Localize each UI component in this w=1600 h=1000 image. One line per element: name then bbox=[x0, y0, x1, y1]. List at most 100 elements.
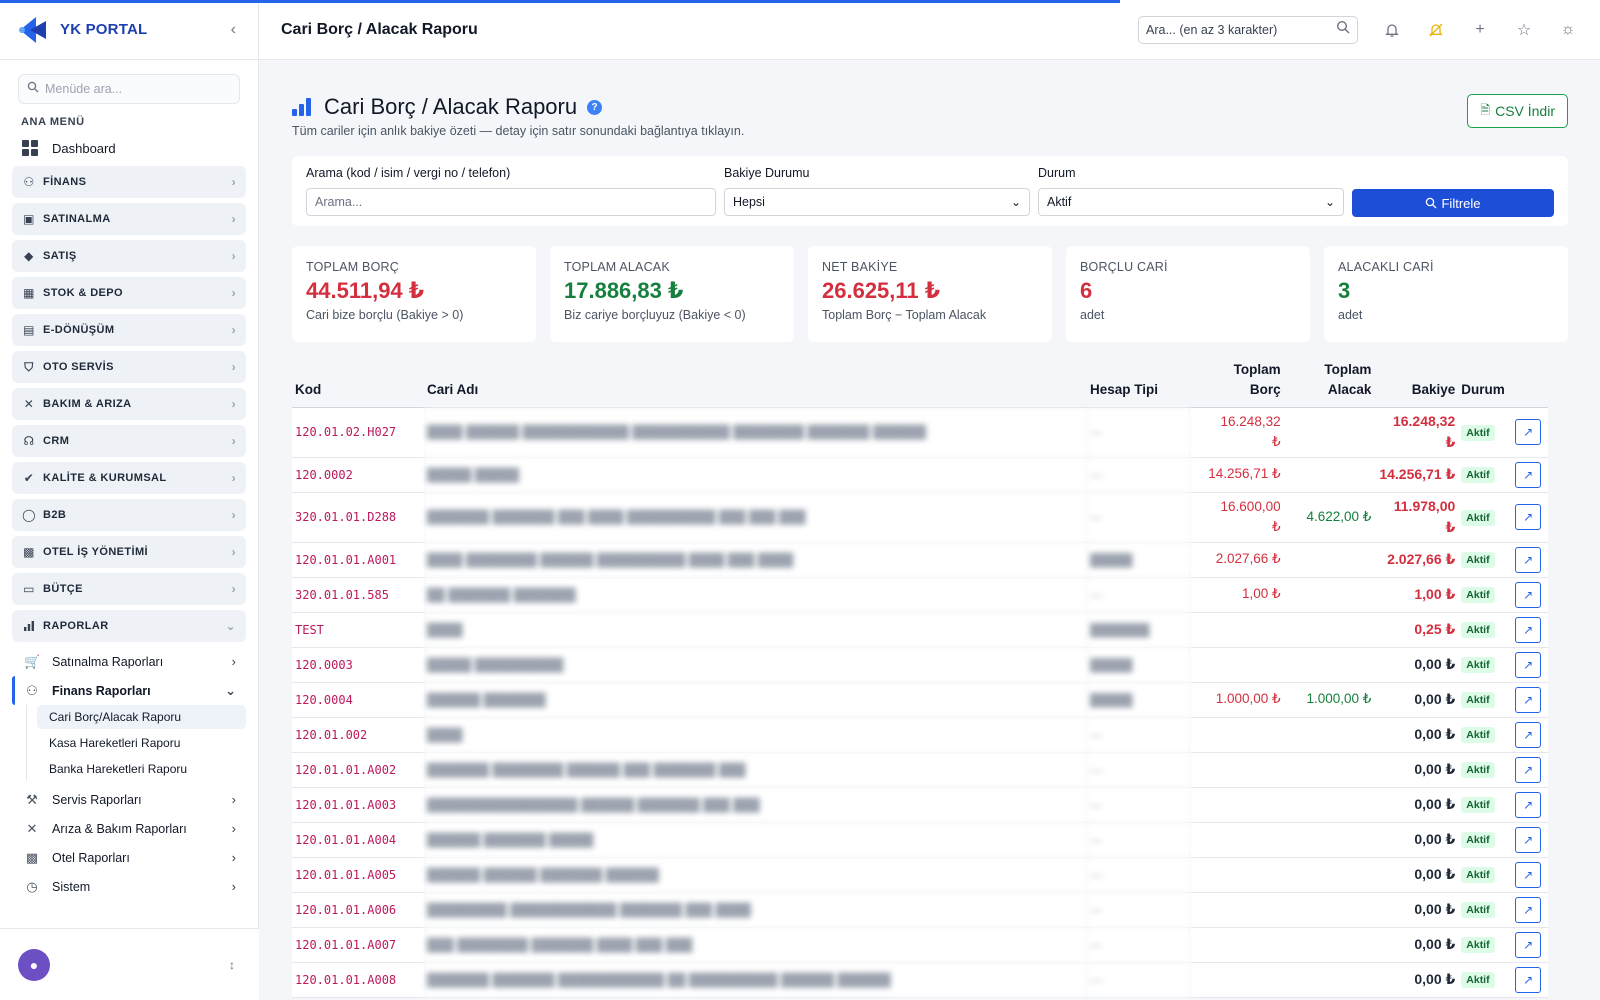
sidebar-item-ariza-bakim-raporlari[interactable]: ✕ Arıza & Bakım Raporları › bbox=[0, 814, 258, 843]
status-select[interactable]: Aktif ⌄ bbox=[1038, 188, 1344, 216]
cell-code[interactable]: 120.0002 bbox=[292, 457, 425, 493]
cell-code[interactable]: 120.01.01.A001 bbox=[292, 542, 425, 578]
col-balance[interactable]: Bakiye bbox=[1374, 356, 1459, 408]
table-row[interactable]: 120.0002 █████ █████ —14.256,71 ₺ 14.256,71… bbox=[292, 457, 1548, 493]
cell-code[interactable]: 120.0003 bbox=[292, 647, 425, 683]
open-detail-icon[interactable]: ↗ bbox=[1515, 504, 1542, 530]
col-debit[interactable]: Toplam Borç bbox=[1190, 356, 1284, 408]
cell-code[interactable]: 120.01.01.A006 bbox=[292, 892, 425, 928]
table-row[interactable]: 120.01.02.H027 ████ ██████ ████████████ █… bbox=[292, 407, 1548, 458]
help-icon[interactable]: ? bbox=[587, 99, 603, 115]
table-row[interactable]: 120.01.01.A004 ██████ ███████ █████ — 0,00 … bbox=[292, 822, 1548, 858]
sidebar-item-kasa-hareketleri[interactable]: Kasa Hareketleri Raporu bbox=[37, 731, 246, 755]
sidebar-item-finans-raporlari[interactable]: ⚇ Finans Raporları ⌄ bbox=[12, 676, 258, 705]
open-detail-icon[interactable]: ↗ bbox=[1515, 651, 1542, 678]
table-row[interactable]: 120.01.01.A001 ████ ████████ ██████ █████… bbox=[292, 542, 1548, 578]
sidebar-group-otel[interactable]: ▩ OTEL İŞ YÖNETİMİ › bbox=[12, 536, 246, 568]
search-icon[interactable] bbox=[1336, 20, 1350, 39]
cell-code[interactable]: 320.01.01.D288 bbox=[292, 492, 425, 543]
cell-code[interactable]: 120.01.01.A002 bbox=[292, 752, 425, 788]
bell-icon[interactable] bbox=[1382, 20, 1402, 40]
search-filter-input[interactable]: Arama... bbox=[306, 188, 716, 216]
csv-download-button[interactable]: 🗎 CSV İndir bbox=[1467, 94, 1568, 128]
sidebar-item-satinalma-raporlari[interactable]: 🛒 Satınalma Raporları › bbox=[0, 647, 258, 676]
sidebar-group-stok-depo[interactable]: ▦ STOK & DEPO › bbox=[12, 277, 246, 309]
sidebar-group-e-donusum[interactable]: ▤ E-DÖNÜŞÜM › bbox=[12, 314, 246, 346]
sidebar-group-raporlar[interactable]: RAPORLAR ⌄ bbox=[12, 610, 246, 642]
global-search-input[interactable] bbox=[1146, 22, 1326, 37]
plus-icon[interactable]: + bbox=[1470, 20, 1490, 40]
sidebar-group-b2b[interactable]: ◯ B2B › bbox=[12, 499, 246, 531]
cell-code[interactable]: 120.01.01.A008 bbox=[292, 962, 425, 998]
cell-code[interactable]: TEST bbox=[292, 612, 425, 648]
table-row[interactable]: 120.01.01.A003 █████████████████ ██████ █… bbox=[292, 787, 1548, 823]
balance-select-value: Hepsi bbox=[733, 195, 765, 209]
sidebar-group-oto-servis[interactable]: ⛉ OTO SERVİS › bbox=[12, 351, 246, 383]
cell-code[interactable]: 320.01.01.585 bbox=[292, 577, 425, 613]
cell-code[interactable]: 120.0004 bbox=[292, 682, 425, 718]
sidebar-group-satis[interactable]: ◆ SATIŞ › bbox=[12, 240, 246, 272]
cell-code[interactable]: 120.01.01.A004 bbox=[292, 822, 425, 858]
sidebar-item-otel-raporlari[interactable]: ▩ Otel Raporları › bbox=[0, 843, 258, 872]
open-detail-icon[interactable]: ↗ bbox=[1515, 461, 1542, 488]
sidebar-item-cari-borc-alacak[interactable]: Cari Borç/Alacak Raporu bbox=[37, 705, 246, 729]
open-detail-icon[interactable]: ↗ bbox=[1515, 826, 1542, 853]
cell-code[interactable]: 120.01.01.A005 bbox=[292, 857, 425, 893]
open-detail-icon[interactable]: ↗ bbox=[1515, 861, 1542, 888]
open-detail-icon[interactable]: ↗ bbox=[1515, 581, 1542, 608]
table-row[interactable]: 120.01.01.A006 █████████ ████████████ ███… bbox=[292, 892, 1548, 928]
building-icon: ▩ bbox=[25, 849, 39, 865]
cell-code[interactable]: 120.01.01.A007 bbox=[292, 927, 425, 963]
avatar[interactable]: ● bbox=[18, 948, 50, 981]
cell-code[interactable]: 120.01.02.H027 bbox=[292, 407, 425, 458]
open-detail-icon[interactable]: ↗ bbox=[1515, 931, 1542, 958]
table-row[interactable]: 320.01.01.D288 ███████ ███████ ███ ████ █… bbox=[292, 492, 1548, 543]
col-status[interactable]: Durum bbox=[1458, 356, 1513, 408]
table-row[interactable]: 120.01.002 ████ — 0,00 ₺ Aktif ↗ bbox=[292, 717, 1548, 753]
finance-icon: ⚇ bbox=[23, 175, 35, 189]
balance-select[interactable]: Hepsi ⌄ bbox=[724, 188, 1030, 216]
sidebar-group-satinalma[interactable]: ▣ SATINALMA › bbox=[12, 203, 246, 235]
col-name[interactable]: Cari Adı bbox=[424, 356, 1087, 408]
star-icon[interactable]: ☆ bbox=[1514, 20, 1534, 40]
open-detail-icon[interactable]: ↗ bbox=[1515, 756, 1542, 783]
open-detail-icon[interactable]: ↗ bbox=[1515, 616, 1542, 643]
table-row[interactable]: 120.01.01.A005 ██████ ██████ ███████ ████… bbox=[292, 857, 1548, 893]
open-detail-icon[interactable]: ↗ bbox=[1515, 686, 1542, 713]
open-detail-icon[interactable]: ↗ bbox=[1515, 546, 1542, 573]
bell-off-icon[interactable] bbox=[1426, 20, 1446, 40]
col-type[interactable]: Hesap Tipi bbox=[1086, 356, 1191, 408]
open-detail-icon[interactable]: ↗ bbox=[1515, 419, 1542, 445]
open-detail-icon[interactable]: ↗ bbox=[1515, 896, 1542, 923]
sidebar-item-servis-raporlari[interactable]: ⚒ Servis Raporları › bbox=[0, 785, 258, 814]
table-row[interactable]: 120.0003 █████ ██████████ █████ 0,00 ₺ Aktif… bbox=[292, 647, 1548, 683]
user-panel[interactable]: ● ↕ bbox=[0, 928, 259, 1000]
table-row[interactable]: TEST ████ ███████ 0,25 ₺ Aktif ↗ bbox=[292, 612, 1548, 648]
col-credit[interactable]: Toplam Alacak bbox=[1283, 356, 1375, 408]
sidebar-group-kalite-kurumsal[interactable]: ✔ KALİTE & KURUMSAL › bbox=[12, 462, 246, 494]
sidebar-group-crm[interactable]: ☊ CRM › bbox=[12, 425, 246, 457]
status-badge: Aktif bbox=[1461, 902, 1495, 918]
table-row[interactable]: 120.01.01.A002 ███████ ████████ ██████ ██… bbox=[292, 752, 1548, 788]
table-row[interactable]: 320.01.01.585 ██ ███████ ███████ —1,00 ₺ 1,… bbox=[292, 577, 1548, 613]
col-code[interactable]: Kod bbox=[292, 356, 425, 408]
open-detail-icon[interactable]: ↗ bbox=[1515, 966, 1542, 993]
table-row[interactable]: 120.01.01.A007 ███ ████████ ███████ ████ … bbox=[292, 927, 1548, 963]
sidebar-group-finans[interactable]: ⚇ FİNANS › bbox=[12, 166, 246, 198]
open-detail-icon[interactable]: ↗ bbox=[1515, 791, 1542, 818]
cell-code[interactable]: 120.01.01.A003 bbox=[292, 787, 425, 823]
sidebar-item-banka-hareketleri[interactable]: Banka Hareketleri Raporu bbox=[37, 757, 246, 781]
sidebar-group-butce[interactable]: ▭ BÜTÇE › bbox=[12, 573, 246, 605]
table-row[interactable]: 120.0004 ██████ ███████ █████ 1.000,00 ₺ 1.0… bbox=[292, 682, 1548, 718]
menu-search-input[interactable] bbox=[45, 82, 225, 96]
chevron-updown-icon[interactable]: ↕ bbox=[229, 958, 235, 972]
cell-code[interactable]: 120.01.002 bbox=[292, 717, 425, 753]
sun-icon[interactable]: ☼ bbox=[1558, 20, 1578, 40]
collapse-sidebar-icon[interactable]: ‹ bbox=[231, 21, 236, 39]
sidebar-item-sistem[interactable]: ◷ Sistem › bbox=[0, 872, 258, 901]
filter-button[interactable]: Filtrele bbox=[1352, 189, 1554, 217]
sidebar-group-bakim-ariza[interactable]: ✕ BAKIM & ARIZA › bbox=[12, 388, 246, 420]
sidebar-item-dashboard[interactable]: Dashboard bbox=[0, 136, 258, 160]
table-row[interactable]: 120.01.01.A008 ███████ ███████ ██████████… bbox=[292, 962, 1548, 998]
open-detail-icon[interactable]: ↗ bbox=[1515, 721, 1542, 748]
